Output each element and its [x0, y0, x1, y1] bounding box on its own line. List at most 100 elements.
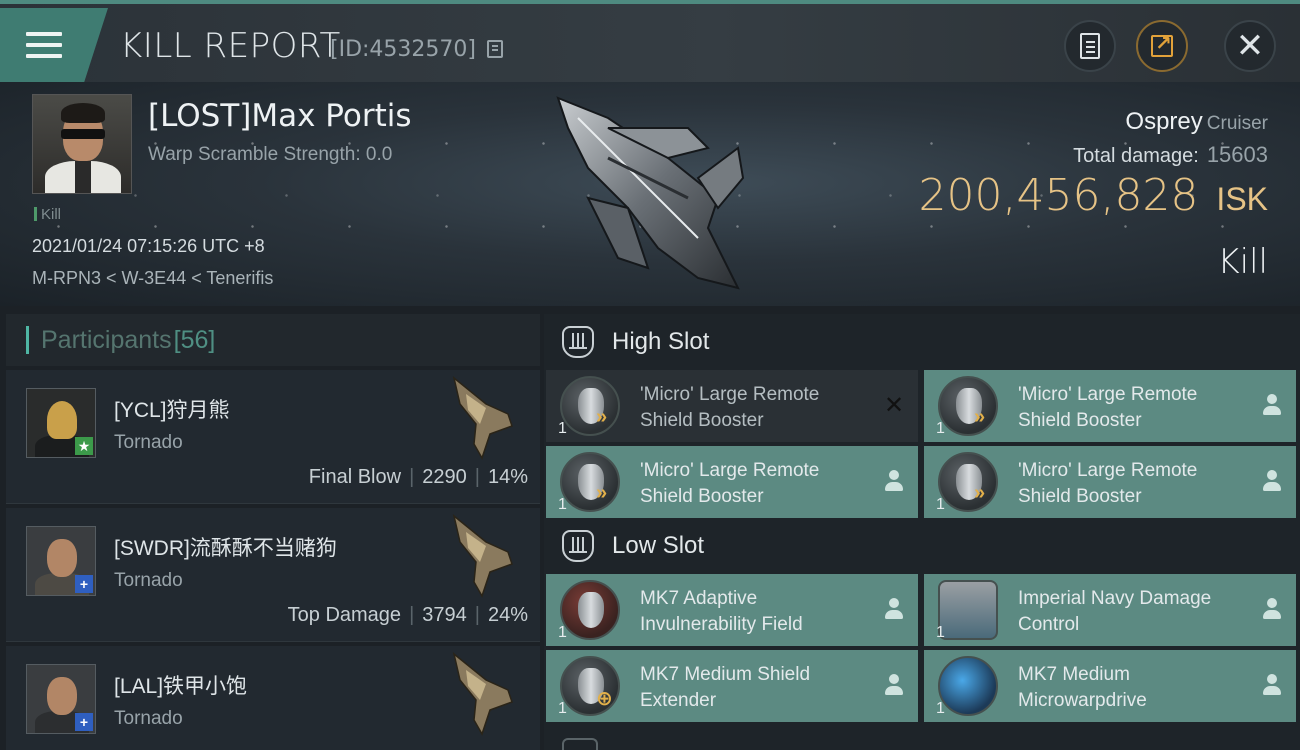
shield-booster-icon: »: [560, 452, 620, 512]
module-quantity: 1: [936, 624, 945, 641]
microwarpdrive-icon: [938, 656, 998, 716]
kill-id: [ID:4532570]: [330, 37, 476, 62]
warp-scramble-strength: Warp Scramble Strength: 0.0: [148, 144, 393, 165]
participant-avatar[interactable]: +: [26, 664, 96, 734]
ship-type: Osprey: [1125, 108, 1203, 135]
module-item[interactable]: 1 MK7 Adaptive Invulnerability Field: [546, 574, 918, 646]
participant-ship: Tornado: [114, 432, 183, 453]
high-slot-header: High Slot: [544, 314, 1300, 370]
person-icon: [884, 674, 904, 696]
clipboard-button[interactable]: [1064, 20, 1116, 72]
low-slot-label: Low Slot: [612, 532, 705, 559]
module-item[interactable]: 1 MK7 Medium Microwarpdrive: [924, 650, 1296, 722]
kill-tag: Kill: [34, 206, 61, 223]
page-title: KILL REPORT: [120, 26, 341, 66]
module-name: MK7 Medium Microwarpdrive: [1018, 664, 1147, 711]
mid-slot-icon: [562, 738, 598, 750]
module-name: Imperial Navy Damage Control: [1018, 588, 1212, 635]
participant-name: [SWDR]流酥酥不当赌狗: [114, 537, 337, 560]
participants-count: [56]: [173, 325, 216, 354]
module-name: 'Micro' Large Remote Shield Booster: [640, 460, 820, 507]
title-bar: KILL REPORT [ID:4532570] ✕: [0, 0, 1300, 82]
participant-row[interactable]: ★ [YCL]狩月熊 Tornado Final Blow | 2290 | 14%: [6, 370, 540, 504]
victim-name[interactable]: [LOST]Max Portis: [148, 98, 412, 134]
total-damage-label: Total damage:: [1073, 145, 1199, 167]
victim-ship-image: [556, 96, 745, 290]
shield-extender-icon: ⊕: [560, 656, 620, 716]
star-badge-icon: ★: [75, 437, 93, 455]
person-icon: [1262, 470, 1282, 492]
participants-header: Participants [56]: [6, 314, 540, 366]
module-name: MK7 Medium Shield Extender: [640, 664, 811, 711]
isk-unit: ISK: [1216, 181, 1268, 217]
victim-portrait[interactable]: [32, 94, 132, 194]
person-icon: [884, 470, 904, 492]
module-item[interactable]: » 1 'Micro' Large Remote Shield Booster: [924, 370, 1296, 442]
module-item[interactable]: » 1 'Micro' Large Remote Shield Booster: [924, 446, 1296, 518]
kill-datetime: 2021/01/24 07:15:26 UTC +8: [32, 236, 265, 256]
isk-amount: 200,456,828: [918, 170, 1199, 221]
invulnerability-field-icon: [560, 580, 620, 640]
module-name: MK7 Adaptive Invulnerability Field: [640, 588, 803, 635]
module-item[interactable]: ⊕ 1 MK7 Medium Shield Extender: [546, 650, 918, 722]
shield-booster-icon: »: [938, 376, 998, 436]
shield-booster-icon: »: [560, 376, 620, 436]
participant-ship: Tornado: [114, 708, 183, 729]
participant-damage: 3794: [422, 604, 467, 626]
participants-panel: Participants [56] ★ [YCL]狩月熊 Tornado Fin…: [6, 314, 540, 750]
participant-name: [YCL]狩月熊: [114, 399, 230, 422]
participant-row[interactable]: + [LAL]铁甲小饱 Tornado: [6, 646, 540, 750]
close-icon: ✕: [1235, 26, 1265, 66]
participant-percent: 14%: [487, 466, 528, 488]
ship-class: Cruiser: [1206, 113, 1268, 134]
victim-ship-name[interactable]: Osprey Cruiser: [1125, 108, 1268, 136]
participant-stats: Top Damage | 3794 | 24%: [287, 604, 528, 626]
high-slot-icon: [562, 326, 594, 358]
participant-name: [LAL]铁甲小饱: [114, 675, 248, 698]
copy-id-icon[interactable]: [487, 40, 503, 58]
module-quantity: 1: [936, 420, 945, 437]
participant-avatar[interactable]: ★: [26, 388, 96, 458]
module-name: 'Micro' Large Remote Shield Booster: [1018, 384, 1198, 431]
share-icon: [1151, 31, 1173, 57]
module-name: 'Micro' Large Remote Shield Booster: [640, 384, 820, 431]
module-item[interactable]: » 1 'Micro' Large Remote Shield Booster: [546, 446, 918, 518]
participants-label: Participants: [41, 325, 172, 354]
total-damage: Total damage: 15603: [1073, 142, 1268, 168]
participant-row[interactable]: + [SWDR]流酥酥不当赌狗 Tornado Top Damage | 3794 |…: [6, 508, 540, 642]
tornado-ship-icon: [452, 652, 513, 736]
menu-button[interactable]: [0, 8, 108, 82]
shield-booster-icon: »: [938, 452, 998, 512]
participant-stats: Final Blow | 2290 | 14%: [308, 466, 528, 488]
isk-value: 200,456,828 ISK: [919, 170, 1269, 221]
total-damage-value: 15603: [1206, 142, 1268, 167]
module-quantity: 1: [558, 700, 567, 717]
module-item[interactable]: 1 Imperial Navy Damage Control: [924, 574, 1296, 646]
person-icon: [1262, 674, 1282, 696]
kill-location[interactable]: M-RPN3 < W-3E44 < Tenerifis: [32, 268, 273, 289]
module-item[interactable]: » 1 'Micro' Large Remote Shield Booster …: [546, 370, 918, 442]
module-quantity: 1: [558, 420, 567, 437]
destroyed-x-icon: ✕: [884, 391, 905, 419]
clipboard-icon: [1080, 33, 1100, 59]
low-slot-header: Low Slot: [544, 518, 1300, 574]
participant-avatar[interactable]: +: [26, 526, 96, 596]
participant-ship: Tornado: [114, 570, 183, 591]
damage-control-icon: [938, 580, 998, 640]
participant-role: Top Damage: [287, 604, 402, 626]
close-button[interactable]: ✕: [1224, 20, 1276, 72]
high-slot-modules: » 1 'Micro' Large Remote Shield Booster …: [544, 370, 1300, 518]
share-button[interactable]: [1136, 20, 1188, 72]
participant-role: Final Blow: [308, 466, 402, 488]
module-quantity: 1: [558, 624, 567, 641]
low-slot-modules: 1 MK7 Adaptive Invulnerability Field 1 I…: [544, 574, 1300, 722]
result-label: Kill: [1217, 242, 1268, 282]
plus-badge-icon: +: [75, 713, 93, 731]
victim-banner: [LOST]Max Portis Warp Scramble Strength:…: [0, 82, 1300, 306]
person-icon: [1262, 598, 1282, 620]
person-icon: [1262, 394, 1282, 416]
module-quantity: 1: [936, 700, 945, 717]
tornado-ship-icon: [452, 376, 513, 460]
tornado-ship-icon: [452, 514, 513, 598]
module-quantity: 1: [936, 496, 945, 513]
